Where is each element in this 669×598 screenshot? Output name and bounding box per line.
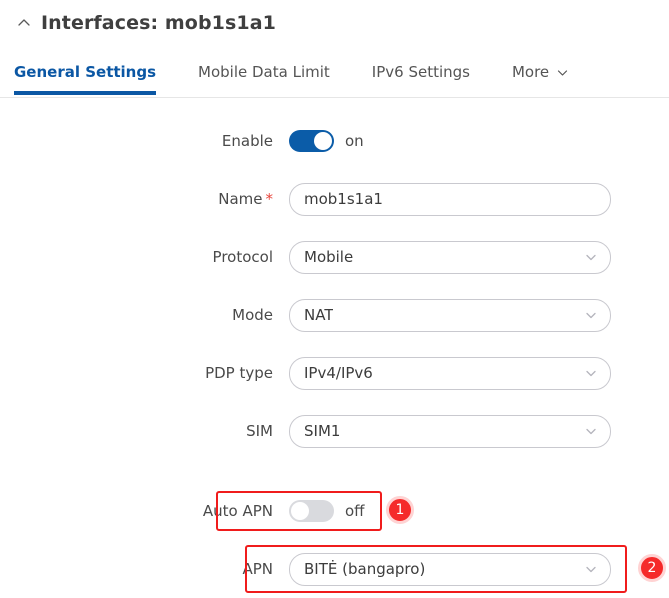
mode-label: Mode bbox=[232, 306, 273, 324]
name-control: mob1s1a1 bbox=[289, 182, 611, 216]
auto-apn-state-text: off bbox=[345, 502, 365, 520]
sim-label: SIM bbox=[246, 422, 273, 440]
chevron-down-icon bbox=[556, 66, 569, 79]
sim-select[interactable]: SIM1 bbox=[289, 414, 611, 448]
enable-label: Enable bbox=[221, 132, 273, 150]
chevron-down-icon bbox=[584, 416, 598, 447]
tab-more-label: More bbox=[511, 63, 550, 81]
sim-select-value: SIM1 bbox=[304, 422, 341, 440]
mode-select-value: NAT bbox=[304, 306, 334, 324]
apn-select[interactable]: BITĖ (bangapro) bbox=[289, 552, 611, 586]
pdp-type-label: PDP type bbox=[205, 364, 273, 382]
name-label: Name * bbox=[0, 190, 289, 208]
mode-select[interactable]: NAT bbox=[289, 298, 611, 332]
tab-ipv6-settings-label: IPv6 Settings bbox=[371, 63, 470, 81]
form-row-apn: APN BITĖ (bangapro) bbox=[0, 545, 669, 593]
protocol-label: Protocol bbox=[212, 248, 273, 266]
form-row-pdp-type: PDP type IPv4/IPv6 bbox=[0, 344, 669, 402]
form-row-sim: SIM SIM1 bbox=[0, 402, 669, 460]
required-marker: * bbox=[265, 190, 274, 208]
tab-ipv6-settings[interactable]: IPv6 Settings bbox=[372, 62, 470, 95]
pdp-type-control: IPv4/IPv6 bbox=[289, 356, 611, 390]
tab-more[interactable]: More bbox=[512, 62, 569, 95]
chevron-down-icon bbox=[584, 554, 598, 585]
auto-apn-control: off bbox=[289, 500, 365, 522]
protocol-select-value: Mobile bbox=[304, 248, 354, 266]
auto-apn-label: Auto APN bbox=[202, 502, 273, 520]
auto-apn-toggle[interactable] bbox=[289, 500, 334, 522]
name-label-text: Name bbox=[218, 190, 263, 208]
form-row-name: Name * mob1s1a1 bbox=[0, 170, 669, 228]
enable-toggle-knob bbox=[314, 132, 332, 150]
apn-label: APN bbox=[242, 560, 273, 578]
panel-header: Interfaces: mob1s1a1 bbox=[0, 0, 669, 46]
pdp-type-select-value: IPv4/IPv6 bbox=[304, 364, 373, 382]
enable-state-text: on bbox=[345, 132, 364, 150]
auto-apn-toggle-knob bbox=[291, 502, 309, 520]
name-input[interactable]: mob1s1a1 bbox=[289, 182, 611, 216]
chevron-up-icon[interactable] bbox=[15, 14, 33, 32]
form-row-enable: Enable on bbox=[0, 112, 669, 170]
protocol-control: Mobile bbox=[289, 240, 611, 274]
mode-control: NAT bbox=[289, 298, 611, 332]
tab-bar: General Settings Mobile Data Limit IPv6 … bbox=[0, 62, 669, 98]
apn-select-value: BITĖ (bangapro) bbox=[304, 560, 426, 578]
protocol-select[interactable]: Mobile bbox=[289, 240, 611, 274]
form-row-mode: Mode NAT bbox=[0, 286, 669, 344]
chevron-down-icon bbox=[584, 358, 598, 389]
annotation-badge-2: 2 bbox=[638, 554, 666, 582]
chevron-down-icon bbox=[584, 242, 598, 273]
tab-general-settings-label: General Settings bbox=[14, 63, 157, 81]
form-row-protocol: Protocol Mobile bbox=[0, 228, 669, 286]
enable-control: on bbox=[289, 130, 364, 152]
tab-mobile-data-limit[interactable]: Mobile Data Limit bbox=[198, 62, 330, 95]
name-input-value: mob1s1a1 bbox=[304, 190, 383, 208]
pdp-type-select[interactable]: IPv4/IPv6 bbox=[289, 356, 611, 390]
annotation-badge-1: 1 bbox=[386, 496, 414, 524]
tab-general-settings[interactable]: General Settings bbox=[14, 62, 157, 95]
form-row-auto-apn: Auto APN off bbox=[0, 491, 669, 531]
sim-control: SIM1 bbox=[289, 414, 611, 448]
enable-toggle[interactable] bbox=[289, 130, 334, 152]
settings-form: Enable on Name * mob1s1a1 Protocol Mobile bbox=[0, 112, 669, 460]
apn-control: BITĖ (bangapro) bbox=[289, 552, 611, 586]
tab-mobile-data-limit-label: Mobile Data Limit bbox=[198, 63, 330, 81]
page-title: Interfaces: mob1s1a1 bbox=[41, 12, 276, 34]
chevron-down-icon bbox=[584, 300, 598, 331]
